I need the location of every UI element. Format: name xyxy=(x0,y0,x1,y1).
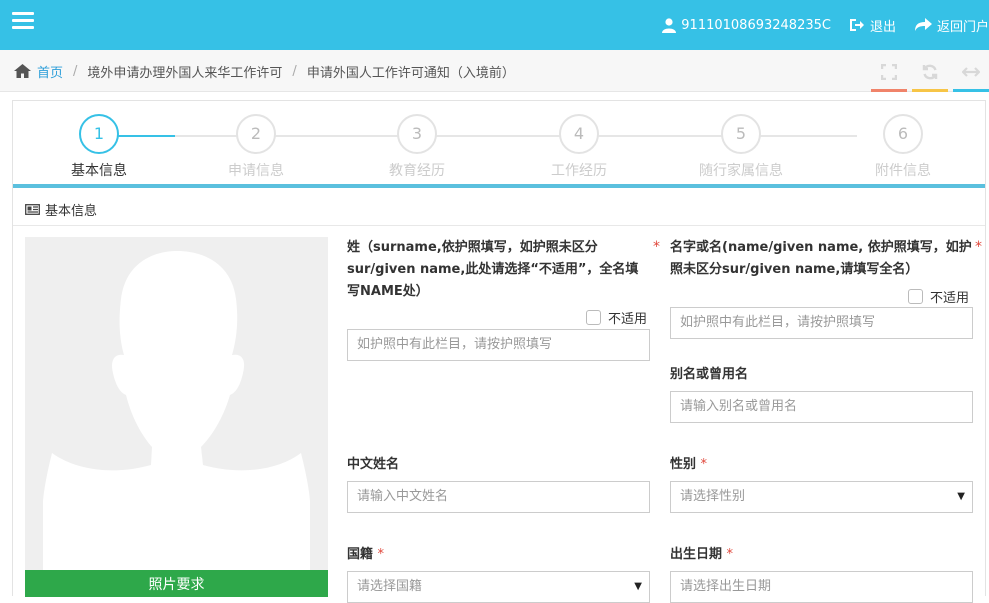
birth-date-input[interactable]: 请选择出生日期 xyxy=(670,571,973,603)
nationality-label-text: 国籍 xyxy=(347,547,374,562)
step-2-label: 申请信息 xyxy=(228,163,284,179)
progress-stepper: 1 基本信息 2 申请信息 3 教育经历 4 工作经历 5 随行家属信息 6 附… xyxy=(13,101,985,188)
hamburger-menu-icon[interactable] xyxy=(12,12,34,30)
user-icon xyxy=(662,17,677,33)
user-id: 91110108693248235C xyxy=(681,17,831,33)
birth-date-required-mark: * xyxy=(726,547,734,562)
return-portal-label: 返回门户 xyxy=(936,19,989,35)
step-1-number: 1 xyxy=(79,114,119,154)
nationality-label: 国籍 * xyxy=(347,544,384,566)
step-2-number: 2 xyxy=(236,114,276,154)
photo-upload-area[interactable]: 照片要求 xyxy=(25,237,328,597)
alias-input[interactable]: 请输入别名或曾用名 xyxy=(670,391,973,423)
breadcrumb: 首页 / 境外申请办理外国人来华工作许可 / 申请外国人工作许可通知（入境前） xyxy=(14,50,515,92)
surname-input[interactable]: 如护照中有此栏目，请按护照填写 xyxy=(347,329,650,361)
refresh-button[interactable] xyxy=(912,62,948,92)
step-6-number: 6 xyxy=(883,114,923,154)
step-3-label: 教育经历 xyxy=(389,163,445,179)
nationality-select[interactable]: 请选择国籍 ▼ xyxy=(347,571,650,603)
step-1[interactable]: 1 基本信息 xyxy=(49,114,149,180)
surname-not-applicable-label: 不适用 xyxy=(608,312,648,327)
breadcrumb-level1[interactable]: 境外申请办理外国人来华工作许可 xyxy=(87,62,282,81)
expand-color-bar xyxy=(953,89,989,92)
logout-label: 退出 xyxy=(869,19,896,35)
given-name-input[interactable]: 如护照中有此栏目，请按护照填写 xyxy=(670,307,973,339)
id-card-icon xyxy=(25,204,40,215)
logout-icon xyxy=(849,19,864,31)
given-name-required-mark: * xyxy=(975,239,982,255)
alias-label: 别名或曾用名 xyxy=(670,367,749,382)
surname-required-mark: * xyxy=(653,239,660,255)
gender-label-text: 性别 xyxy=(670,457,697,472)
gender-required-mark: * xyxy=(700,457,708,472)
step-5-label: 随行家属信息 xyxy=(699,163,783,179)
step-3-number: 3 xyxy=(397,114,437,154)
nationality-select-value: 请选择国籍 xyxy=(357,579,423,594)
share-arrow-icon xyxy=(914,18,932,31)
step-3[interactable]: 3 教育经历 xyxy=(367,114,467,180)
gender-label: 性别 * xyxy=(670,454,707,476)
person-silhouette-icon xyxy=(43,251,310,570)
step-5[interactable]: 5 随行家属信息 xyxy=(691,114,791,180)
given-name-not-applicable-label: 不适用 xyxy=(930,291,970,306)
breadcrumb-home[interactable]: 首页 xyxy=(14,62,63,81)
surname-label: 姓（surname,依护照填写，如护照未区分sur/given name,此处请… xyxy=(347,240,639,299)
expand-width-button[interactable] xyxy=(953,62,989,92)
birth-date-label-text: 出生日期 xyxy=(670,547,723,562)
step-6[interactable]: 6 附件信息 xyxy=(853,114,953,180)
chinese-name-label: 中文姓名 xyxy=(347,457,400,472)
step-2[interactable]: 2 申请信息 xyxy=(206,114,306,180)
fullscreen-button[interactable] xyxy=(871,62,907,92)
breadcrumb-level2: 申请外国人工作许可通知（入境前） xyxy=(306,65,515,81)
refresh-icon xyxy=(922,64,938,80)
step-4-label: 工作经历 xyxy=(551,163,607,179)
breadcrumb-bar: 首页 / 境外申请办理外国人来华工作许可 / 申请外国人工作许可通知（入境前） xyxy=(0,50,989,92)
breadcrumb-separator: / xyxy=(73,63,78,79)
gender-select[interactable]: 请选择性别 ▼ xyxy=(670,481,973,513)
home-icon xyxy=(14,64,31,78)
form-panel: 1 基本信息 2 申请信息 3 教育经历 4 工作经历 5 随行家属信息 6 附… xyxy=(12,100,986,603)
header-actions: 91110108693248235C 退出 返回门户 xyxy=(644,0,989,50)
arrows-horizontal-icon xyxy=(962,67,980,77)
section-header: 基本信息 xyxy=(13,194,985,226)
surname-not-applicable-checkbox[interactable]: 不适用 xyxy=(586,308,647,327)
chinese-name-input[interactable]: 请输入中文姓名 xyxy=(347,481,650,513)
fullscreen-color-bar xyxy=(871,89,907,92)
step-6-label: 附件信息 xyxy=(875,163,931,179)
photo-requirements-button[interactable]: 照片要求 xyxy=(25,570,328,597)
refresh-color-bar xyxy=(912,89,948,92)
checkbox-box[interactable] xyxy=(908,289,923,304)
step-4[interactable]: 4 工作经历 xyxy=(529,114,629,180)
dropdown-arrow-icon: ▼ xyxy=(957,491,965,502)
fullscreen-icon xyxy=(881,64,897,80)
gender-select-value: 请选择性别 xyxy=(680,489,746,504)
checkbox-box[interactable] xyxy=(586,310,601,325)
given-name-label: 名字或名(name/given name, 依护照填写，如护照未区分sur/gi… xyxy=(670,240,972,277)
return-portal-button[interactable]: 返回门户 xyxy=(914,16,989,35)
step-5-number: 5 xyxy=(721,114,761,154)
dropdown-arrow-icon: ▼ xyxy=(634,581,642,592)
user-account: 91110108693248235C xyxy=(662,18,831,33)
given-name-not-applicable-checkbox[interactable]: 不适用 xyxy=(908,287,969,306)
step-4-number: 4 xyxy=(559,114,599,154)
step-1-label: 基本信息 xyxy=(71,163,127,179)
breadcrumb-separator: / xyxy=(292,63,297,79)
birth-date-label: 出生日期 * xyxy=(670,544,733,566)
section-title: 基本信息 xyxy=(45,204,98,219)
breadcrumb-home-label: 首页 xyxy=(37,65,64,81)
page-tools xyxy=(866,62,989,92)
nationality-required-mark: * xyxy=(377,547,385,562)
top-header: 91110108693248235C 退出 返回门户 xyxy=(0,0,989,50)
logout-button[interactable]: 退出 xyxy=(849,16,896,35)
